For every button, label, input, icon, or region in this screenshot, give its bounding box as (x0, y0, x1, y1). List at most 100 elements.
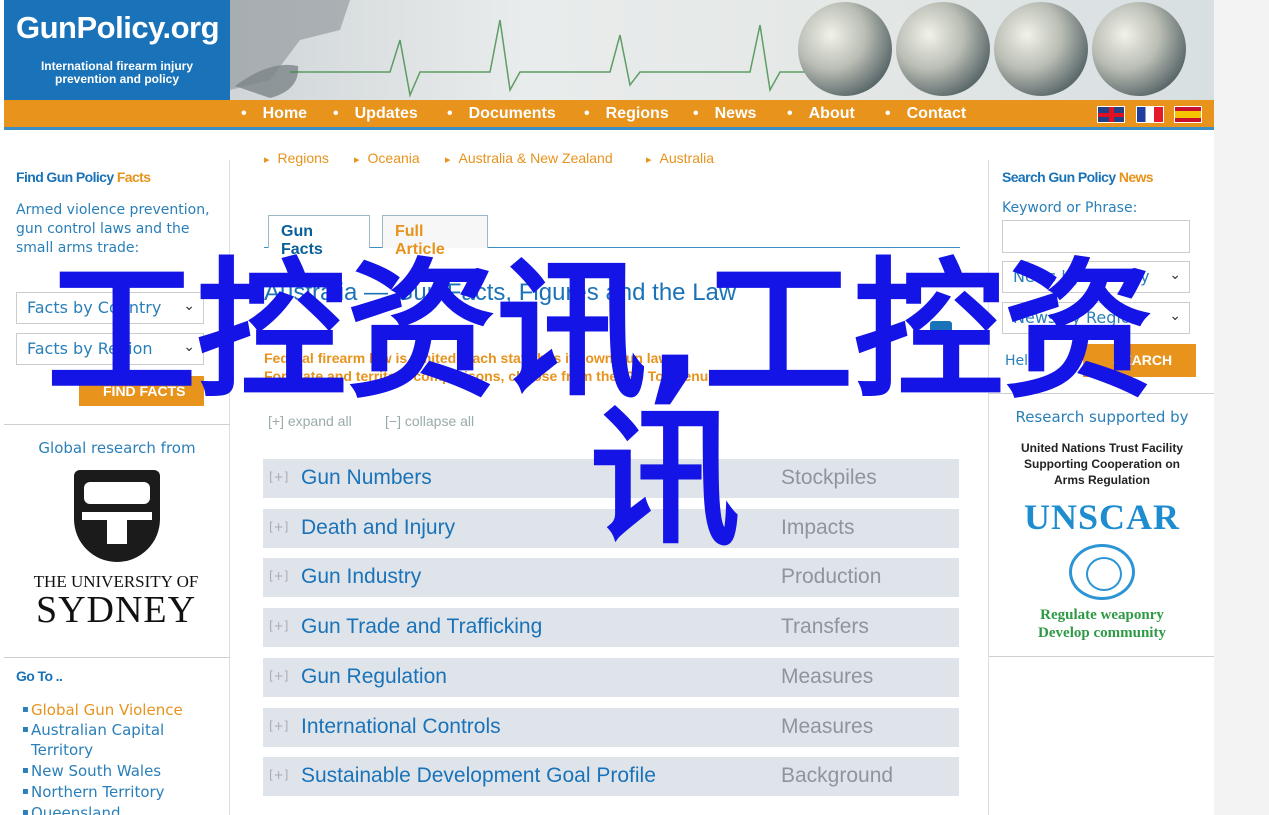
goto-item-nt[interactable]: Northern Territory (22, 782, 192, 802)
divider (989, 393, 1215, 394)
section-title: Gun Trade and Trafficking (301, 615, 543, 638)
chevron-down-icon: ⌄ (1169, 267, 1181, 283)
expand-icon: [+] (269, 520, 289, 534)
intro-text: Federal firearm law is limited: each sta… (264, 349, 712, 385)
keyword-label: Keyword or Phrase: (1002, 200, 1138, 216)
divider (4, 424, 230, 425)
search-news-title-b: News (1118, 169, 1154, 185)
section-row[interactable]: [+] Gun Regulation Measures (263, 658, 959, 697)
collapse-all-label: collapse all (404, 413, 475, 429)
goto-title: Go To .. (16, 668, 63, 684)
nav-documents[interactable]: Documents (447, 105, 556, 123)
intro-line2: For state and territory comparisons, cho… (264, 368, 713, 384)
section-row[interactable]: [+] Gun Industry Production (263, 558, 959, 597)
breadcrumb-oceania[interactable]: Oceania (354, 150, 420, 166)
section-subtitle: Production (781, 565, 882, 588)
site-logo[interactable]: GunPolicy.org International firearm inju… (4, 0, 230, 100)
find-facts-title-a: Find Gun Policy (16, 169, 114, 185)
section-subtitle: Background (781, 764, 894, 787)
find-facts-text: Armed violence prevention, gun control l… (16, 202, 210, 256)
globe-image (1092, 2, 1186, 96)
goto-item-nsw[interactable]: New South Wales (22, 761, 192, 781)
help-link[interactable]: Help (1005, 352, 1037, 371)
keyword-input[interactable] (1002, 220, 1190, 253)
tab-gun-facts[interactable]: Gun Facts (268, 215, 370, 258)
section-title: Sustainable Development Goal Profile (301, 764, 656, 787)
nav-about[interactable]: About (787, 105, 855, 123)
unscar-tag2: Develop community (1038, 625, 1166, 641)
right-gutter (1214, 0, 1269, 815)
news-by-region-label: News by Region (1013, 308, 1141, 327)
logo-tagline: International firearm injury prevention … (40, 59, 194, 86)
search-button[interactable]: SEARCH (1083, 344, 1196, 377)
section-subtitle: Measures (781, 715, 874, 738)
expand-all-link[interactable]: [+] expand all (268, 413, 352, 429)
breadcrumb-australia[interactable]: Australia (646, 150, 714, 166)
goto-item-qld[interactable]: Queensland (22, 803, 192, 815)
divider (989, 656, 1215, 657)
crest-lion (84, 482, 150, 504)
globe-image (994, 2, 1088, 96)
crest-book (107, 520, 127, 544)
expand-icon: [+] (269, 719, 289, 733)
nav-updates[interactable]: Updates (333, 105, 418, 123)
globe-image (798, 2, 892, 96)
facts-by-region-select[interactable]: Facts by Region ⌄ (16, 333, 204, 365)
minus-icon: [−] (385, 413, 401, 429)
find-facts-title: Find Gun Policy Facts (16, 169, 151, 185)
goto-list: Global Gun Violence Australian Capital T… (22, 700, 192, 815)
intro-line1: Federal firearm law is limited: each sta… (264, 350, 673, 366)
english-flag-icon[interactable] (1097, 106, 1125, 123)
share-icon[interactable] (930, 321, 952, 343)
spanish-flag-icon[interactable] (1174, 106, 1202, 123)
news-by-country-select[interactable]: News by Country ⌄ (1002, 261, 1190, 293)
section-row[interactable]: [+] International Controls Measures (263, 708, 959, 747)
uni-line2: SYDNEY (35, 589, 197, 631)
find-facts-title-b: Facts (116, 169, 151, 185)
header-banner (230, 0, 1214, 100)
nav-news[interactable]: News (693, 105, 757, 123)
search-news-title: Search Gun Policy News (1002, 169, 1154, 185)
unscar-logo[interactable]: UNSCAR (989, 496, 1215, 538)
french-flag-icon[interactable] (1136, 106, 1164, 123)
page: GunPolicy.org International firearm inju… (0, 0, 1215, 815)
breadcrumb-regions[interactable]: Regions (264, 150, 329, 166)
section-title: International Controls (301, 715, 501, 738)
section-row[interactable]: [+] Sustainable Development Goal Profile… (263, 757, 959, 796)
page-title: Australia — Gun Facts, Figures and the L… (264, 279, 737, 306)
facts-by-country-select[interactable]: Facts by Country ⌄ (16, 292, 204, 324)
find-facts-button[interactable]: FIND FACTS (79, 376, 204, 406)
section-title: Gun Regulation (301, 665, 447, 688)
crest-cross (82, 512, 152, 520)
site-header: GunPolicy.org International firearm inju… (4, 0, 1214, 100)
nav-home[interactable]: Home (241, 105, 307, 123)
news-by-region-select[interactable]: News by Region ⌄ (1002, 302, 1190, 334)
main-content: Regions Oceania Australia & New Zealand … (230, 135, 987, 815)
nav-regions[interactable]: Regions (584, 105, 669, 123)
right-sidebar: Search Gun Policy News Keyword or Phrase… (988, 160, 1215, 815)
unscar-line3: Arms Regulation (1053, 473, 1150, 487)
section-title: Death and Injury (301, 516, 456, 539)
breadcrumb-anz[interactable]: Australia & New Zealand (445, 150, 613, 166)
unscar-tagline: Regulate weaponry Develop community (989, 606, 1215, 642)
expand-all-label: expand all (287, 413, 352, 429)
logo-name: GunPolicy.org (16, 10, 220, 45)
section-row[interactable]: [+] Gun Numbers Stockpiles (263, 459, 959, 498)
facts-by-region-label: Facts by Region (27, 339, 153, 358)
university-of-sydney-logo[interactable]: THE UNIVERSITY OF SYDNEY (22, 460, 210, 635)
expand-icon: [+] (269, 470, 289, 484)
goto-item-act[interactable]: Australian Capital Territory (22, 720, 192, 760)
section-row[interactable]: [+] Death and Injury Impacts (263, 509, 959, 548)
globe-image (896, 2, 990, 96)
collapse-all-link[interactable]: [−] collapse all (385, 413, 474, 429)
chevron-down-icon: ⌄ (1169, 308, 1181, 324)
main-nav: Home Updates Documents Regions News Abou… (4, 100, 1214, 130)
plus-icon: [+] (268, 413, 284, 429)
section-row[interactable]: [+] Gun Trade and Trafficking Transfers (263, 608, 959, 647)
tab-full-article[interactable]: Full Article (382, 215, 488, 258)
research-supported-label: Research supported by (1015, 408, 1189, 426)
expand-icon: [+] (269, 669, 289, 683)
facts-by-country-label: Facts by Country (27, 298, 162, 317)
goto-item-global[interactable]: Global Gun Violence (22, 700, 192, 720)
nav-contact[interactable]: Contact (885, 105, 967, 123)
